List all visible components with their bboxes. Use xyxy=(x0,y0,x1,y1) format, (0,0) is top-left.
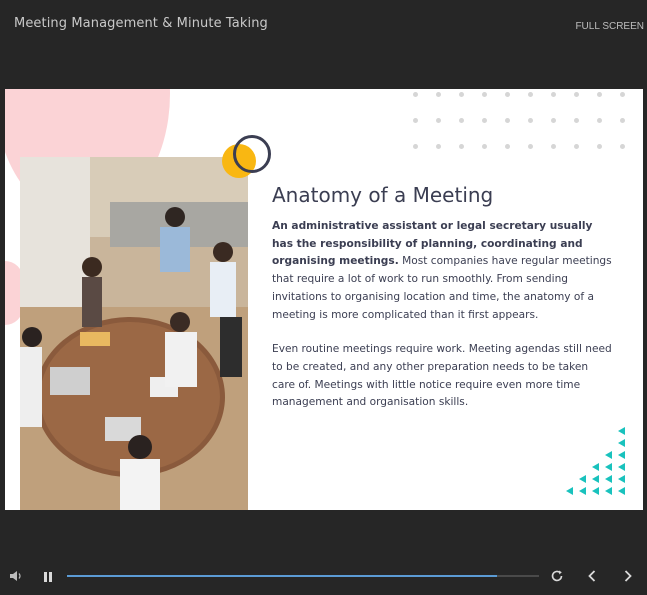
decorative-dot xyxy=(505,92,510,97)
slide-canvas: Anatomy of a Meeting An administrative a… xyxy=(5,89,643,510)
decorative-dot xyxy=(620,92,625,97)
slide-body: An administrative assistant or legal sec… xyxy=(272,218,612,412)
decorative-dot xyxy=(528,92,533,97)
decorative-dot xyxy=(620,144,625,149)
decorative-triangle xyxy=(605,451,612,459)
decorative-dot xyxy=(551,144,556,149)
decorative-ring xyxy=(233,135,271,173)
decorative-triangle xyxy=(618,451,625,459)
decorative-dot xyxy=(482,118,487,123)
decorative-dot xyxy=(436,144,441,149)
progress-track[interactable] xyxy=(67,575,539,577)
progress-fill xyxy=(67,575,497,577)
decorative-dot xyxy=(574,92,579,97)
chevron-left-icon[interactable] xyxy=(585,569,599,583)
decorative-dot xyxy=(551,118,556,123)
decorative-triangle xyxy=(592,487,599,495)
replay-icon[interactable] xyxy=(550,569,564,583)
decorative-dot xyxy=(528,118,533,123)
decorative-triangle xyxy=(579,487,586,495)
decorative-dot xyxy=(436,118,441,123)
player-controls xyxy=(0,556,647,595)
decorative-dot xyxy=(459,118,464,123)
decorative-dot xyxy=(574,144,579,149)
paragraph-2: Even routine meetings require work. Meet… xyxy=(272,343,612,409)
pause-icon[interactable] xyxy=(42,570,54,582)
decorative-dot xyxy=(459,92,464,97)
paragraph-1: An administrative assistant or legal sec… xyxy=(272,218,612,324)
office-meeting-photo-icon xyxy=(20,157,248,510)
decorative-triangle xyxy=(618,439,625,447)
decorative-dot xyxy=(597,92,602,97)
decorative-dot xyxy=(505,144,510,149)
decorative-triangle xyxy=(592,463,599,471)
decorative-dot xyxy=(413,92,418,97)
decorative-dot xyxy=(436,92,441,97)
decorative-dot xyxy=(482,92,487,97)
decorative-triangle xyxy=(618,427,625,435)
course-title: Meeting Management & Minute Taking xyxy=(14,16,268,31)
decorative-dot xyxy=(413,144,418,149)
decorative-dot xyxy=(620,118,625,123)
chevron-right-icon[interactable] xyxy=(621,569,635,583)
decorative-dot xyxy=(551,92,556,97)
decorative-dot xyxy=(528,144,533,149)
slide-title: Anatomy of a Meeting xyxy=(272,183,494,207)
decorative-triangle xyxy=(592,475,599,483)
decorative-triangle xyxy=(566,487,573,495)
decorative-dot xyxy=(597,144,602,149)
top-bar: Meeting Management & Minute Taking FULL … xyxy=(0,0,647,48)
decorative-triangle xyxy=(618,463,625,471)
decorative-triangle xyxy=(579,475,586,483)
meeting-photo xyxy=(20,157,248,510)
decorative-triangle xyxy=(618,487,625,495)
speaker-icon[interactable] xyxy=(9,569,23,583)
decorative-triangle xyxy=(618,475,625,483)
fullscreen-button[interactable]: FULL SCREEN xyxy=(575,21,644,32)
decorative-triangle xyxy=(605,487,612,495)
decorative-dot xyxy=(574,118,579,123)
decorative-triangle xyxy=(605,475,612,483)
decorative-dot xyxy=(459,144,464,149)
decorative-dot xyxy=(413,118,418,123)
decorative-triangle xyxy=(605,463,612,471)
decorative-dot xyxy=(482,144,487,149)
decorative-dot xyxy=(505,118,510,123)
decorative-dot xyxy=(597,118,602,123)
